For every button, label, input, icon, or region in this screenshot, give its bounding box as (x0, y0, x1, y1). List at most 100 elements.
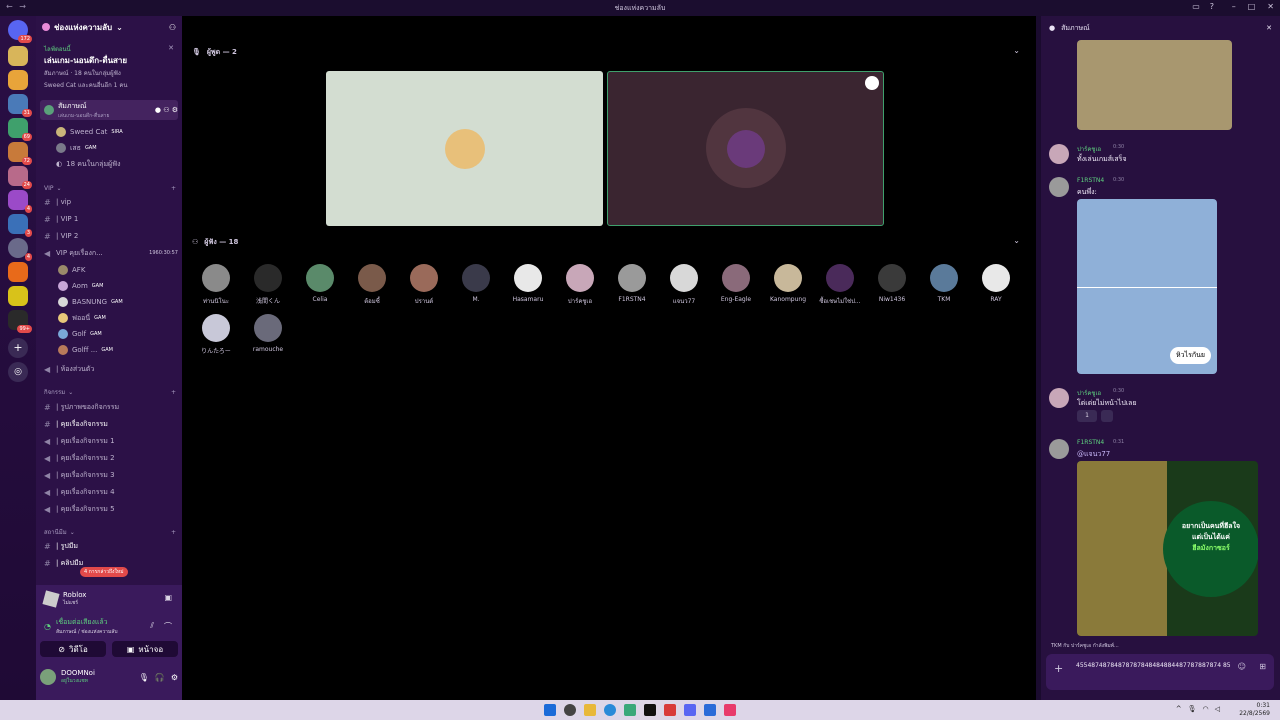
server-icon[interactable]: 24 (8, 166, 32, 189)
minimize-icon[interactable]: – (1232, 2, 1236, 11)
app-icon[interactable] (704, 704, 716, 716)
help-icon[interactable]: ? (1210, 2, 1214, 11)
chevron-down-icon[interactable]: ⌄ (1013, 46, 1020, 55)
plus-icon[interactable]: + (1054, 662, 1063, 675)
activity[interactable]: Roblox ไม่แชร์ (42, 590, 86, 608)
voice-member[interactable]: AFK (58, 263, 178, 277)
listener[interactable]: ซื้อเชษไม่ใช่ป... (814, 264, 866, 306)
listener[interactable]: ท่านนิโนะ (190, 264, 242, 306)
app-icon[interactable] (624, 704, 636, 716)
listener[interactable]: りんたろー (190, 314, 242, 355)
listener[interactable]: ramouche (242, 314, 294, 353)
microphone-icon[interactable]: 🎙 (1188, 705, 1197, 713)
add-channel-icon[interactable]: + (171, 185, 176, 192)
reaction[interactable]: 1 (1077, 410, 1097, 422)
listener[interactable]: Eng-Eagle (710, 264, 762, 303)
stage-member[interactable]: Sweed Cat SIRA (56, 125, 178, 139)
channel-vip[interactable]: # | vip (44, 195, 178, 209)
server-icon[interactable]: 72 (8, 142, 32, 165)
edge-icon[interactable] (604, 704, 616, 716)
channel[interactable]: ◀ | คุยเรื่องกิจกรรม 5 (44, 502, 178, 516)
speaker-tile[interactable] (607, 71, 884, 226)
start-icon[interactable] (544, 704, 556, 716)
gear-icon[interactable]: ⚙ (171, 673, 178, 682)
server-icon[interactable] (8, 70, 28, 90)
channel[interactable]: ◀ | คุยเรื่องกิจกรรม 1 (44, 434, 178, 448)
video-button[interactable]: ⊘ วิดีโอ (40, 641, 106, 657)
apps-icon[interactable]: ⊞ (1259, 662, 1266, 671)
account-area[interactable]: DOOMNoi อยู่ในวงแชท 🎙 🎧 ⚙ (40, 665, 178, 689)
listener[interactable]: F1RSTN4 (606, 264, 658, 303)
listener[interactable]: Celia (294, 264, 346, 303)
headphones-icon[interactable]: 🎧 (155, 673, 165, 682)
close-icon[interactable]: ✕ (1266, 24, 1272, 32)
server-icon[interactable] (8, 262, 28, 282)
voice-member[interactable]: ฟออนี่ GAM (58, 311, 178, 325)
channel[interactable]: ◀ | คุยเรื่องกิจกรรม 2 (44, 451, 178, 465)
inbox-icon[interactable]: ▭ (1192, 2, 1200, 11)
wifi-icon[interactable]: ◠ (1203, 705, 1209, 713)
stage-channel[interactable]: สัมภาษณ์ เล่นเกม-นอนดึก-ตื่นสาย ● ⚇ ⚙ (40, 100, 178, 120)
emoji-icon[interactable]: ☺ (1238, 662, 1246, 671)
server-icon[interactable] (8, 46, 28, 66)
add-server-icon[interactable]: + (8, 338, 28, 358)
app-icon[interactable] (664, 704, 676, 716)
listener[interactable]: 浅間くん (242, 264, 294, 305)
volume-icon[interactable]: ◁ (1215, 705, 1220, 713)
app-icon[interactable] (724, 704, 736, 716)
voice-connected[interactable]: ◔ เชื่อมต่อเสียงแล้ว สัมภาษณ์ / ช่องแห่ง… (44, 617, 118, 636)
meme-image[interactable]: หิวไรกันย (1077, 199, 1217, 374)
microphone-icon[interactable]: 🎙 (139, 673, 149, 682)
listener[interactable]: Hasamaru (502, 264, 554, 303)
listener[interactable]: แจนว77 (658, 264, 710, 306)
listener[interactable]: Niw1436 (866, 264, 918, 303)
chevron-up-icon[interactable]: ^ (1176, 705, 1182, 713)
share-screen-icon[interactable]: ▣ (164, 593, 172, 602)
channel[interactable]: # | รูปมีม (44, 539, 178, 553)
listener[interactable]: TKM (918, 264, 970, 303)
nav-arrows-icon[interactable]: ← → (6, 2, 28, 11)
stage-member[interactable]: เสธ GAM (56, 141, 178, 155)
voice-member[interactable]: Golf GAM (58, 327, 178, 341)
noise-icon[interactable]: ⫽ (150, 621, 154, 631)
screen-share-button[interactable]: ▣ หน้าจอ (112, 641, 178, 657)
tiktok-icon[interactable] (644, 704, 656, 716)
voice-member[interactable]: BASNUNG GAM (58, 295, 178, 309)
home-icon[interactable]: 172 (8, 20, 32, 43)
channel-vip-1[interactable]: # | VIP 1 (44, 212, 178, 226)
voice-member[interactable]: Aom GAM (58, 279, 178, 293)
voice-channel-vip[interactable]: ◀ VIP คุยเรื่องก... 1960:30:57 (44, 246, 178, 260)
discord-icon[interactable] (684, 704, 696, 716)
channel-vip-2[interactable]: # | VIP 2 (44, 229, 178, 243)
explore-icon[interactable]: ◎ (8, 362, 28, 382)
chevron-down-icon[interactable]: ⌄ (1013, 236, 1020, 245)
speaker-tile[interactable] (326, 71, 603, 226)
poster-image[interactable]: อยากเป็นคนที่ฮีลใจ แต่เป็นได้แค่ ฮีลมังก… (1077, 461, 1258, 636)
event-title[interactable]: เล่นเกม-นอนดึก-ตื่นสาย (44, 54, 127, 67)
voice-channel-private[interactable]: ◀ | ห้องส่วนตัว (44, 362, 178, 376)
close-icon[interactable]: ✕ (168, 44, 174, 52)
listener[interactable]: ปาร์คชูเอ (554, 264, 606, 306)
category-event[interactable]: กิจกรรม ⌄ + (44, 386, 176, 398)
close-window-icon[interactable]: ✕ (1267, 2, 1274, 11)
channel[interactable]: ◀ | คุยเรื่องกิจกรรม 3 (44, 468, 178, 482)
server-icon[interactable]: 4 (8, 190, 32, 213)
invite-icon[interactable]: ⚇ (169, 23, 176, 32)
listener[interactable]: ปรานต์ (398, 264, 450, 306)
maximize-icon[interactable]: □ (1248, 2, 1256, 11)
server-icon[interactable]: 3 (8, 214, 32, 237)
voice-member[interactable]: Golff ... GAM (58, 343, 178, 357)
category-vip[interactable]: VIP ⌄ + (44, 182, 176, 194)
message-input[interactable]: 45548748784878787848484884487787887874 8… (1076, 661, 1240, 671)
server-icon[interactable]: 4 (8, 238, 32, 261)
search-icon[interactable] (564, 704, 576, 716)
server-icon[interactable] (8, 286, 28, 306)
chat-input[interactable]: + 45548748784878787848484884487787887874… (1046, 654, 1274, 690)
disconnect-icon[interactable]: ⌒ (164, 621, 172, 632)
channel[interactable]: # | คุยเรื่องกิจกรรม (44, 417, 178, 431)
channel[interactable]: # | รูปภาพของกิจกรรม (44, 400, 178, 414)
server-header[interactable]: ช่องแห่งความลับ ⌄ ⚇ (36, 16, 182, 38)
image-attachment[interactable] (1077, 40, 1232, 130)
server-icon[interactable]: 69 (8, 118, 32, 141)
listener[interactable]: RAY (970, 264, 1022, 303)
